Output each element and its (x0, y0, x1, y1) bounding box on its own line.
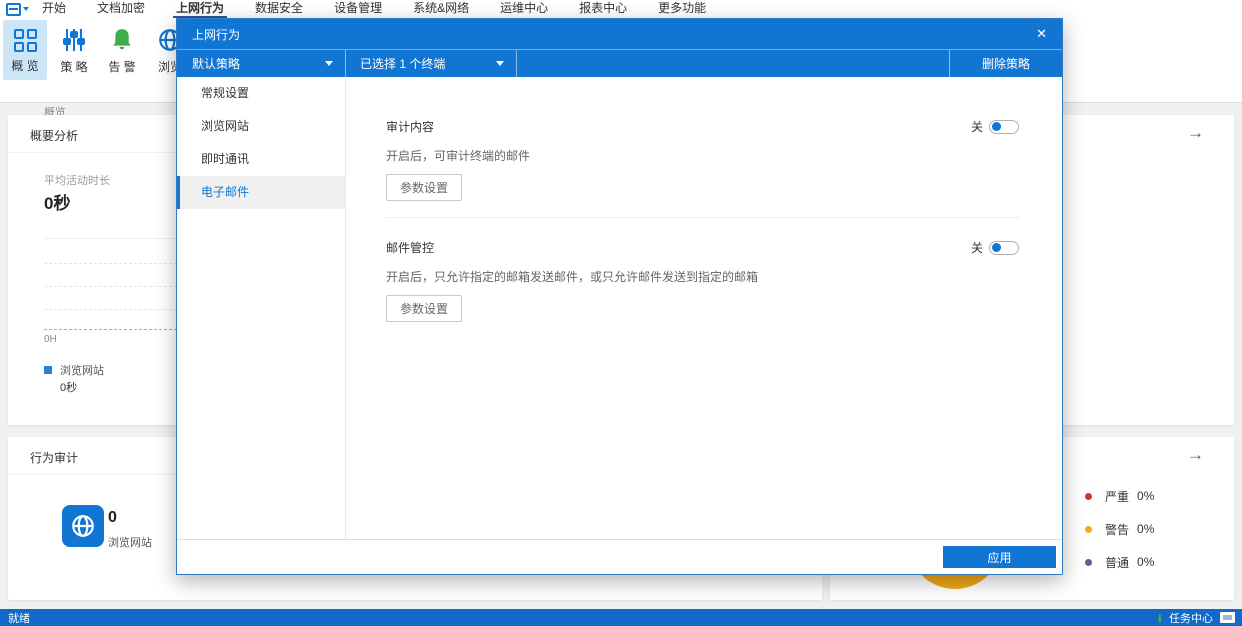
menu-item-internet-behavior[interactable]: 上网行为 (173, 0, 228, 18)
x-axis-label: 0H (44, 334, 57, 345)
legend-item-warning: 警告 0% (1085, 522, 1155, 537)
close-icon[interactable]: ✕ (1021, 26, 1062, 42)
modal-footer: 应用 (177, 539, 1062, 574)
menu-item-more[interactable]: 更多功能 (655, 0, 709, 18)
terminal-dropdown-value: 已选择 1 个终端 (360, 57, 446, 71)
toggle-state-label: 关 (970, 120, 983, 134)
audit-count-label: 浏览网站 (108, 537, 152, 549)
section-description: 开启后，可审计终端的邮件 (386, 149, 531, 163)
menu-item-report-center[interactable]: 报表中心 (576, 0, 630, 18)
sidebar-item-browse-websites[interactable]: 浏览网站 (177, 110, 345, 143)
menu-item-ops-center[interactable]: 运维中心 (497, 0, 551, 18)
legend-label: 严重 (1105, 489, 1130, 504)
sidebar-item-instant-messaging[interactable]: 即时通讯 (177, 143, 345, 176)
modal-title: 上网行为 (192, 27, 241, 42)
arrow-right-icon[interactable]: → (1187, 123, 1204, 143)
ribbon-button-alert[interactable]: 告 警 (100, 20, 144, 80)
modal-body: 常规设置 浏览网站 即时通讯 电子邮件 审计内容 关 开启后，可审计终端的邮件 … (177, 77, 1062, 539)
legend-item-normal: 普通 0% (1085, 555, 1155, 570)
audit-count: 0 (108, 509, 117, 526)
bell-icon (113, 29, 131, 50)
toggle-state-label: 关 (970, 241, 983, 255)
delete-policy-button[interactable]: 删除策略 (950, 50, 1062, 77)
ribbon-button-label: 策 略 (60, 60, 88, 74)
sidebar-item-general-settings[interactable]: 常规设置 (177, 77, 345, 110)
menu-item-doc-encrypt[interactable]: 文档加密 (94, 0, 148, 18)
modal-sidebar: 常规设置 浏览网站 即时通讯 电子邮件 (177, 77, 346, 539)
legend-label: 警告 (1105, 522, 1130, 537)
status-text: 就绪 (8, 612, 30, 625)
severe-dot-icon (1085, 492, 1092, 500)
app-menu-button[interactable] (6, 2, 29, 16)
overview-grid-icon (13, 29, 37, 52)
sidebar-item-email[interactable]: 电子邮件 (177, 176, 345, 209)
alerts-legend: 严重 0% 警告 0% 普通 0% (1085, 489, 1154, 588)
chevron-down-icon (23, 7, 29, 11)
ribbon-button-label: 告 警 (108, 60, 136, 74)
audit-content-section: 审计内容 关 开启后，可审计终端的邮件 参数设置 (386, 118, 1019, 201)
param-settings-button[interactable]: 参数设置 (386, 295, 463, 322)
sliders-icon (63, 29, 85, 51)
ribbon-button-overview[interactable]: 概 览 (3, 20, 47, 80)
legend-label: 普通 (1105, 555, 1130, 570)
chart-legend: 浏览网站 (44, 362, 104, 378)
arrow-right-icon[interactable]: → (1187, 445, 1204, 465)
browse-website-tile[interactable] (62, 505, 104, 547)
download-arrow-icon: ⭳ (1157, 610, 1162, 625)
legend-value: 0秒 (60, 382, 78, 394)
menu-item-system-network[interactable]: 系统&网络 (410, 0, 472, 18)
globe-icon (72, 515, 94, 537)
toggle-knob (992, 242, 1001, 252)
mail-control-section: 邮件管控 关 开启后，只允许指定的邮箱发送邮件，或只允许邮件发送到指定的邮箱 参… (386, 239, 1019, 322)
ribbon-button-policy[interactable]: 策 略 (52, 20, 96, 80)
modal-toolbar: 默认策略 已选择 1 个终端 删除策略 (177, 49, 1062, 77)
card-title: 行为审计 (30, 451, 79, 465)
legend-value: 0% (1137, 489, 1155, 503)
internet-behavior-modal: 上网行为 ✕ 默认策略 已选择 1 个终端 删除策略 常规设置 浏览网站 即时通… (176, 18, 1063, 575)
section-title: 审计内容 (386, 120, 435, 134)
card-title: 概要分析 (30, 129, 79, 143)
normal-dot-icon (1085, 558, 1092, 566)
toggle-knob (992, 121, 1001, 131)
chevron-down-icon (325, 61, 333, 66)
policy-dropdown-value: 默认策略 (192, 57, 241, 71)
policy-dropdown[interactable]: 默认策略 (177, 50, 346, 77)
tray-icon[interactable] (1220, 612, 1235, 623)
legend-value: 0% (1137, 555, 1155, 569)
param-settings-button[interactable]: 参数设置 (386, 174, 463, 201)
legend-value: 0% (1137, 522, 1155, 536)
menu-item-start[interactable]: 开始 (39, 0, 69, 18)
divider (386, 217, 1019, 218)
menubar: 开始 文档加密 上网行为 数据安全 设备管理 系统&网络 运维中心 报表中心 更… (0, 0, 1242, 18)
warning-dot-icon (1085, 525, 1092, 533)
mail-control-toggle[interactable] (989, 240, 1019, 255)
modal-content: 审计内容 关 开启后，可审计终端的邮件 参数设置 邮件管控 关 开启后，只允许指… (346, 77, 1062, 539)
legend-label: 浏览网站 (60, 365, 104, 377)
chevron-down-icon (496, 61, 504, 66)
statusbar: 就绪 ⭳ 任务中心 (0, 609, 1242, 626)
legend-swatch (44, 366, 52, 374)
toolbar-spacer (517, 50, 950, 77)
ribbon-button-label: 概 览 (11, 59, 39, 73)
legend-item-severe: 严重 0% (1085, 489, 1155, 504)
app-window-icon (6, 2, 21, 16)
apply-button[interactable]: 应用 (943, 546, 1056, 568)
section-description: 开启后，只允许指定的邮箱发送邮件，或只允许邮件发送到指定的邮箱 (386, 270, 759, 284)
terminal-dropdown[interactable]: 已选择 1 个终端 (346, 50, 517, 77)
audit-content-toggle[interactable] (989, 119, 1019, 134)
modal-titlebar: 上网行为 ✕ (177, 19, 1062, 49)
metric-label: 平均活动时长 (44, 175, 110, 187)
metric-value: 0秒 (44, 194, 71, 213)
task-center-button[interactable]: 任务中心 (1169, 610, 1213, 626)
section-title: 邮件管控 (386, 241, 435, 255)
menu-item-data-security[interactable]: 数据安全 (252, 0, 306, 18)
menu-item-device-mgmt[interactable]: 设备管理 (331, 0, 385, 18)
application-window: 开始 文档加密 上网行为 数据安全 设备管理 系统&网络 运维中心 报表中心 更… (0, 0, 1242, 626)
